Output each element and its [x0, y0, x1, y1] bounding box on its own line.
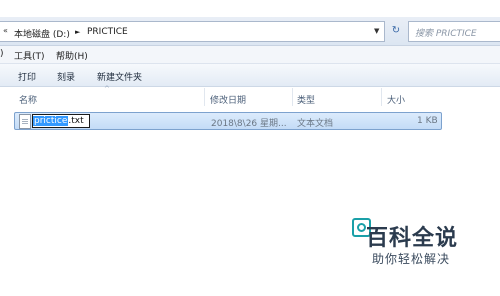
sort-caret-icon: ^: [104, 85, 110, 93]
search-placeholder: 搜索 PRICTICE: [415, 29, 477, 39]
explorer-window: « 本地磁盘 (D:) ► PRICTICE ▼ ↻ 搜索 PRICTICE )…: [0, 0, 500, 296]
address-segment-folder[interactable]: PRICTICE: [87, 27, 128, 37]
burn-button[interactable]: 刻录: [57, 70, 75, 83]
column-divider[interactable]: [292, 88, 293, 106]
new-folder-button[interactable]: 新建文件夹: [97, 70, 142, 83]
address-segment-drive[interactable]: 本地磁盘 (D:): [14, 27, 70, 40]
address-separator-icon[interactable]: ►: [75, 28, 80, 36]
menu-bar: ) 工具(T) 帮助(H): [0, 46, 500, 64]
file-row[interactable]: prictice.txt 2018\8\26 星期... 文本文档 1 KB: [14, 112, 442, 130]
menu-item-partial[interactable]: ): [0, 49, 4, 59]
text-file-icon: [19, 114, 31, 129]
refresh-icon[interactable]: ↻: [386, 21, 406, 40]
rename-input[interactable]: prictice.txt: [32, 114, 90, 128]
column-header-modified[interactable]: 修改日期: [210, 93, 246, 106]
watermark-title: 百科全说: [366, 226, 459, 251]
column-divider[interactable]: [381, 88, 382, 106]
column-divider[interactable]: [204, 88, 205, 106]
column-header-size[interactable]: 大小: [387, 93, 405, 106]
address-dropdown-icon[interactable]: ▼: [374, 27, 379, 35]
nav-chevron-icon[interactable]: «: [3, 26, 8, 35]
column-header-name[interactable]: 名称: [19, 93, 37, 106]
menu-item-tools[interactable]: 工具(T): [14, 49, 45, 62]
print-button[interactable]: 打印: [18, 70, 36, 83]
file-size: 1 KB: [417, 116, 438, 126]
watermark-subtitle: 助你轻松解决: [372, 252, 451, 266]
search-input[interactable]: 搜索 PRICTICE: [408, 21, 500, 42]
file-type: 文本文档: [297, 119, 334, 129]
column-header-type[interactable]: 类型: [297, 93, 315, 106]
file-modified-date: 2018\8\26 星期...: [211, 119, 287, 129]
command-toolbar: 打印 刻录 新建文件夹: [0, 64, 500, 87]
rename-selected-text: prictice: [33, 116, 69, 126]
address-bar[interactable]: « 本地磁盘 (D:) ► PRICTICE ▼: [0, 21, 385, 42]
address-bar-row: « 本地磁盘 (D:) ► PRICTICE ▼ ↻ 搜索 PRICTICE: [0, 17, 500, 46]
rename-extension-text: .txt: [68, 116, 84, 126]
menu-item-help[interactable]: 帮助(H): [56, 49, 88, 62]
